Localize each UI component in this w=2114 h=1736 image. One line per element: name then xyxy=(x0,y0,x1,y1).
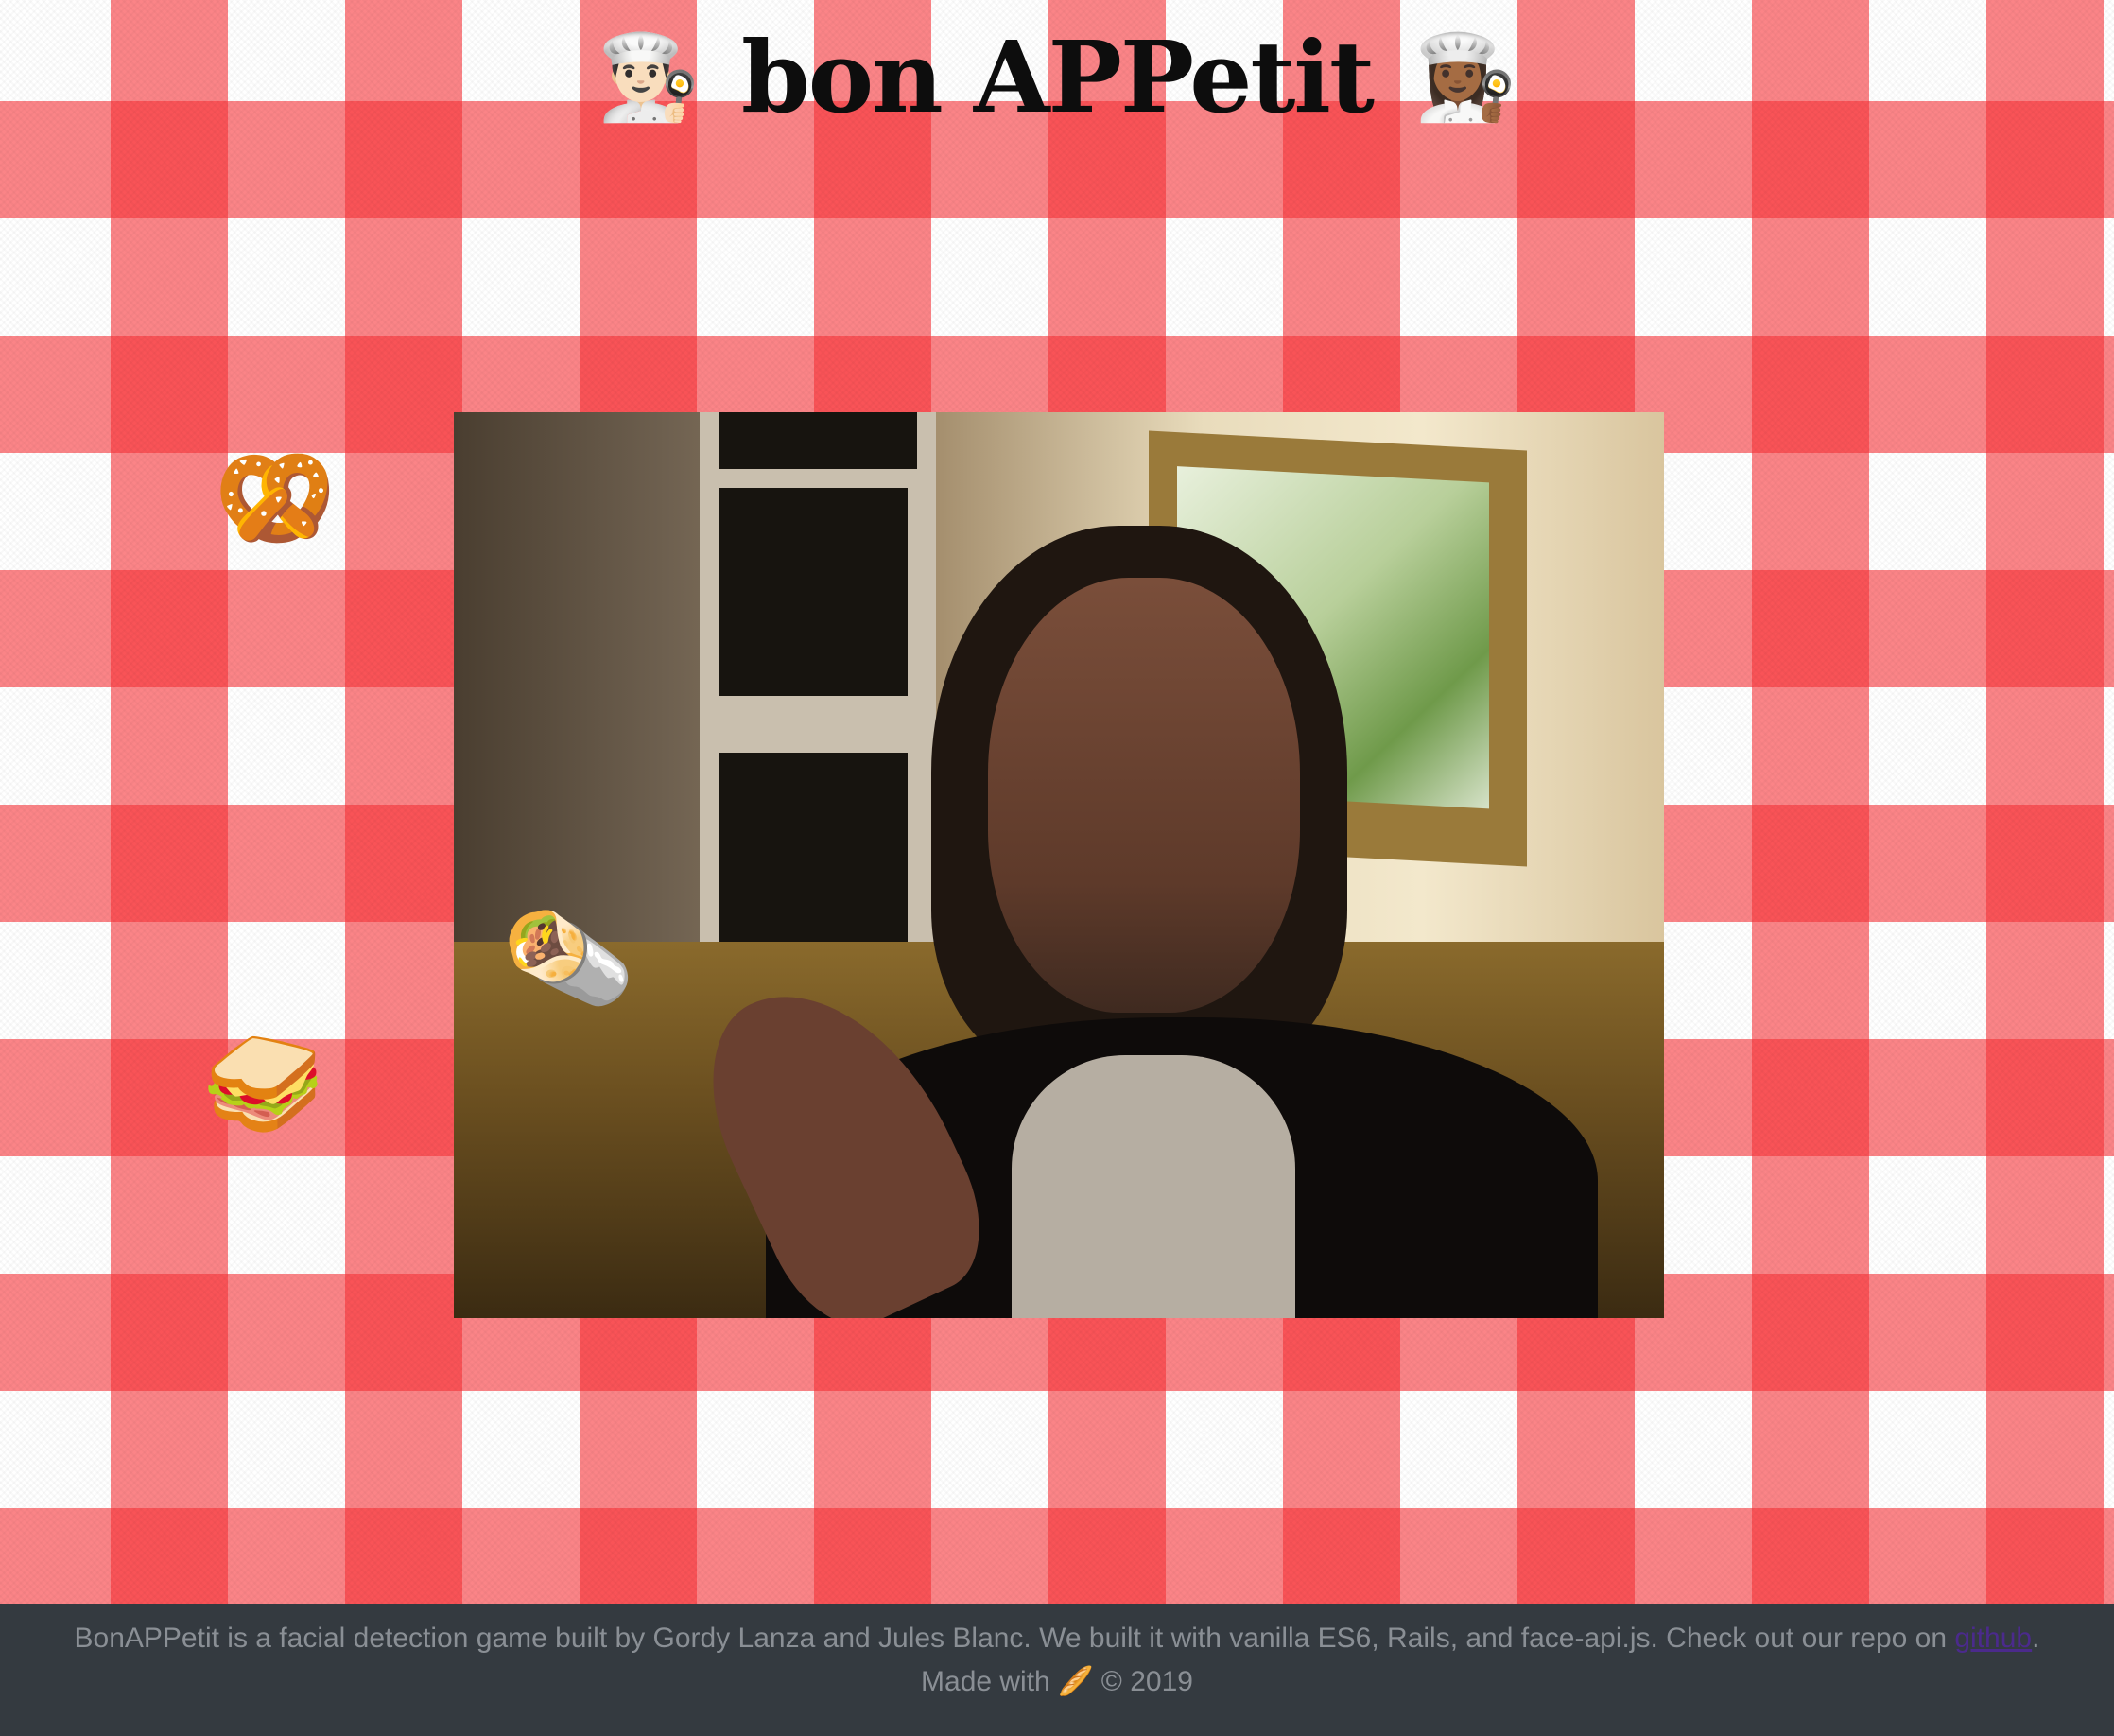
header: 👨🏻‍🍳 bon APPetit 👩🏾‍🍳 xyxy=(0,28,2114,127)
sandwich-icon: 🥪 xyxy=(202,1026,325,1141)
baguette-icon: 🥖 xyxy=(1058,1666,1094,1697)
male-chef-icon: 👨🏻‍🍳 xyxy=(597,28,701,126)
footer: BonAPPetit is a facial detection game bu… xyxy=(0,1604,2114,1736)
copyright-text: © 2019 xyxy=(1100,1666,1193,1697)
footer-description: BonAPPetit is a facial detection game bu… xyxy=(74,1623,1955,1654)
github-link[interactable]: github xyxy=(1954,1623,2032,1654)
female-chef-icon: 👩🏾‍🍳 xyxy=(1413,28,1517,126)
webcam-window xyxy=(700,412,936,961)
footer-credit-row: Made with 🥖 © 2019 xyxy=(0,1660,2114,1704)
made-with-text: Made with xyxy=(921,1666,1050,1697)
player-face xyxy=(988,578,1300,1013)
player-shirt xyxy=(1012,1055,1295,1318)
footer-period: . xyxy=(2032,1623,2040,1654)
burrito-icon: 🌯 xyxy=(494,887,643,1031)
footer-description-row: BonAPPetit is a facial detection game bu… xyxy=(0,1617,2114,1660)
page-title: bon APPetit xyxy=(741,19,1375,135)
webcam-video xyxy=(454,412,1664,1318)
pretzel-icon: 🥨 xyxy=(214,440,337,555)
page: { "header": { "title": "bon APPetit", "l… xyxy=(0,0,2114,1736)
